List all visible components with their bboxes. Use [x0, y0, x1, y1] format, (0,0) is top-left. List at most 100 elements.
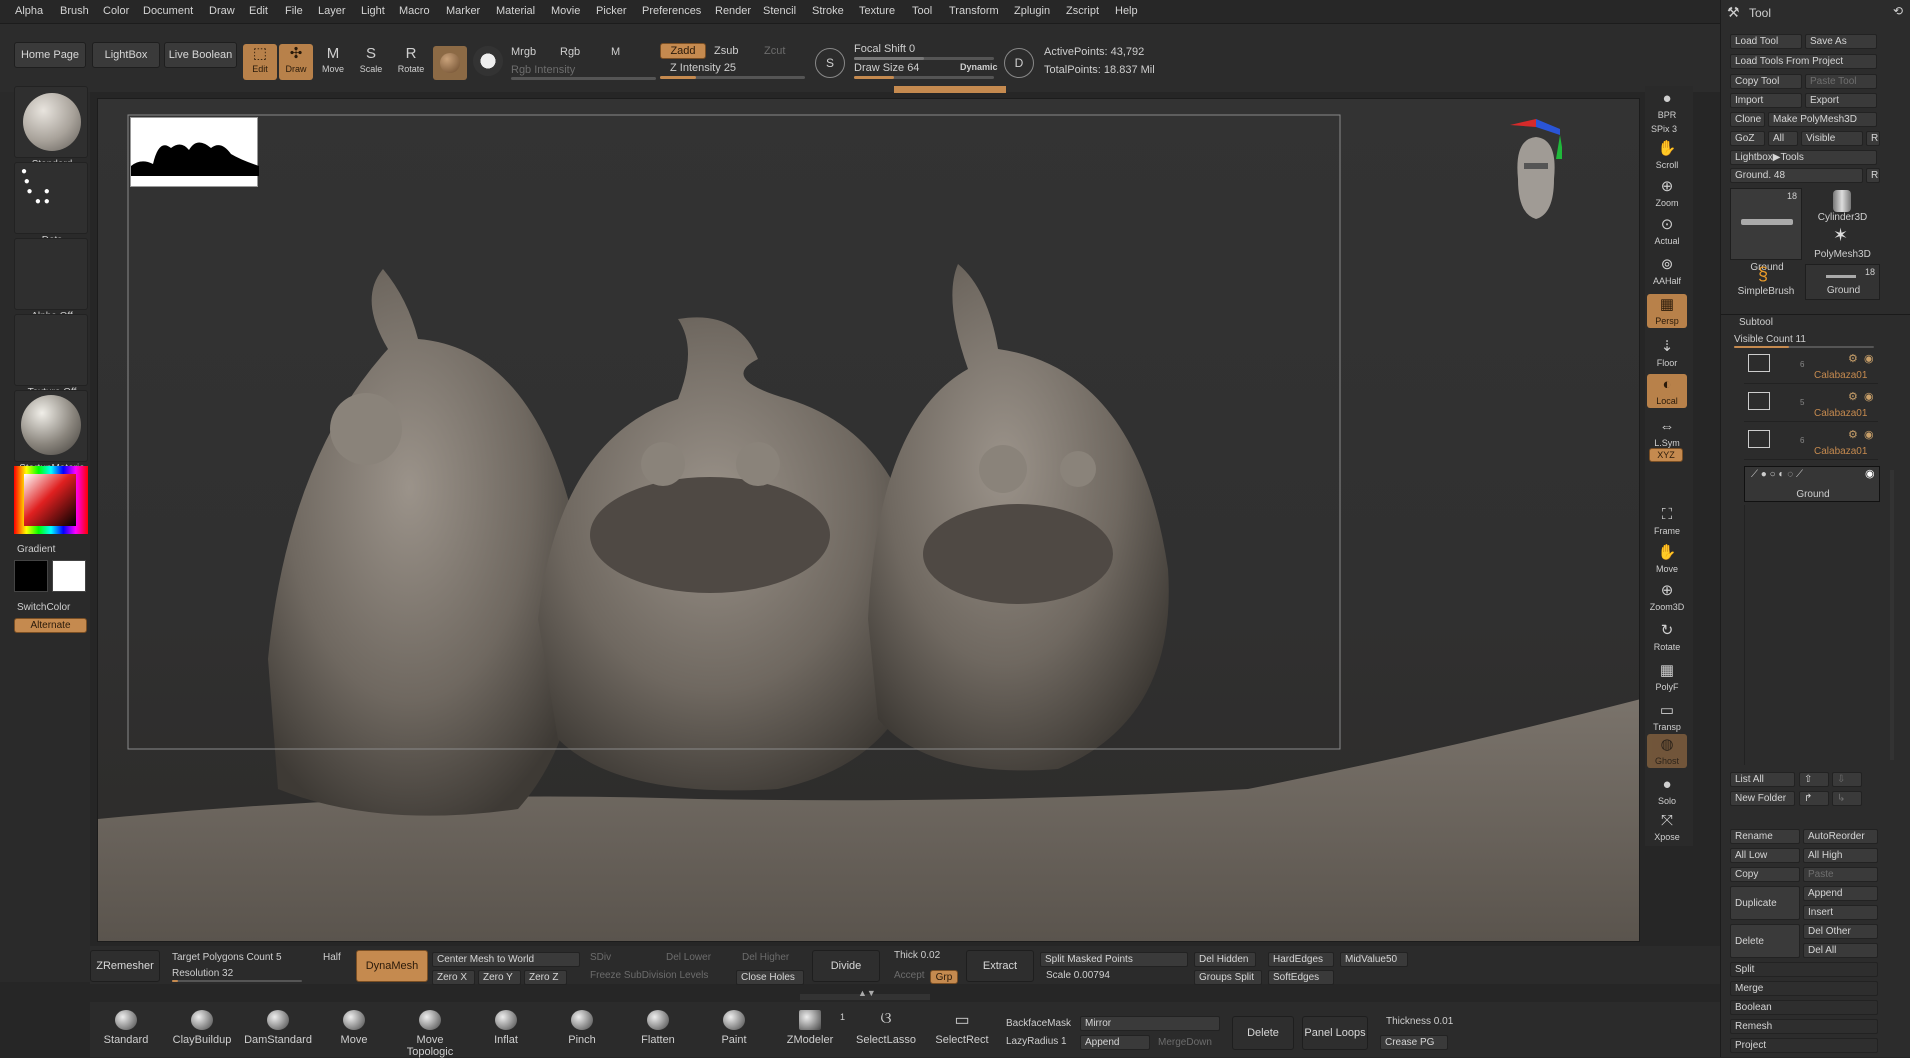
zero-y-button[interactable]: Zero Y: [478, 970, 521, 985]
subtool-item[interactable]: Calabaza01 6 ⚙ ◉: [1744, 426, 1878, 460]
ground-slider[interactable]: Ground. 48: [1730, 168, 1863, 183]
grp-toggle[interactable]: Grp: [930, 970, 958, 984]
soft-edges-button[interactable]: SoftEdges: [1268, 970, 1334, 985]
eye-icon[interactable]: ◉: [1864, 352, 1874, 365]
mirror-button[interactable]: Mirror: [1080, 1016, 1220, 1031]
brush-paint[interactable]: Paint: [698, 1010, 770, 1054]
menu-material[interactable]: Material: [496, 5, 535, 17]
secondary-color-swatch[interactable]: [52, 560, 86, 592]
resolution-slider[interactable]: Resolution 32: [172, 968, 233, 979]
goz-r-button[interactable]: R: [1866, 131, 1880, 146]
shelf-toggle-icon[interactable]: ▲▼: [858, 988, 876, 998]
eye-icon[interactable]: ◉: [1864, 390, 1874, 403]
rotate-view-button[interactable]: ↻ Rotate: [1647, 620, 1687, 654]
scale-mode-button[interactable]: S Scale: [354, 44, 388, 80]
subtool-scrollbar[interactable]: [1890, 470, 1894, 760]
menu-movie[interactable]: Movie: [551, 5, 580, 17]
freeze-subdiv-button[interactable]: Freeze SubDivision Levels: [590, 970, 708, 981]
canvas-viewport[interactable]: [97, 98, 1640, 942]
transp-button[interactable]: ▭ Transp: [1647, 700, 1687, 734]
ghost-button[interactable]: ◍ Ghost: [1647, 734, 1687, 768]
brush-move-topologic[interactable]: Move Topologic: [394, 1010, 466, 1058]
divide-button[interactable]: Divide: [812, 950, 880, 982]
gear-icon[interactable]: ⚙: [1848, 352, 1858, 365]
brush-move[interactable]: Move: [318, 1010, 390, 1054]
brush-selectrect[interactable]: ▭ SelectRect: [926, 1010, 998, 1054]
tool-thumb-simplebrush[interactable]: § SimpleBrush: [1730, 264, 1802, 300]
backface-mask-toggle[interactable]: BackfaceMask: [1006, 1018, 1071, 1029]
persp-button[interactable]: ▦ Persp: [1647, 294, 1687, 328]
load-tool-button[interactable]: Load Tool: [1730, 34, 1802, 49]
menu-stroke[interactable]: Stroke: [812, 5, 844, 17]
panel-loops-button[interactable]: Panel Loops: [1302, 1016, 1368, 1050]
resolution-track[interactable]: [172, 980, 302, 982]
brush-damstandard[interactable]: DamStandard: [242, 1010, 314, 1054]
aahalf-button[interactable]: ⊚ AAHalf: [1647, 254, 1687, 288]
dynamic-toggle[interactable]: Dynamic: [960, 62, 998, 72]
folder-up-button[interactable]: ↱: [1799, 791, 1829, 806]
draw-size-slider[interactable]: [854, 76, 994, 79]
menu-alpha[interactable]: Alpha: [15, 5, 43, 17]
zsub-toggle[interactable]: Zsub: [714, 45, 738, 57]
gear-icon[interactable]: ⚙: [1848, 428, 1858, 441]
menu-stencil[interactable]: Stencil: [763, 5, 796, 17]
rotate-mode-button[interactable]: R Rotate: [394, 44, 428, 80]
m-toggle[interactable]: M: [611, 46, 620, 58]
menu-tool[interactable]: Tool: [912, 5, 932, 17]
paste-button[interactable]: Paste: [1803, 867, 1878, 882]
d-size-icon[interactable]: D: [1004, 48, 1034, 78]
xyz-button[interactable]: XYZ: [1649, 448, 1683, 462]
brush-flatten[interactable]: Flatten: [622, 1010, 694, 1054]
scroll-button[interactable]: ✋ Scroll: [1647, 138, 1687, 172]
draw-mode-button[interactable]: ✣ Draw: [279, 44, 313, 80]
menu-brush[interactable]: Brush: [60, 5, 89, 17]
solo-button[interactable]: ● Solo: [1647, 774, 1687, 808]
zoom3d-button[interactable]: ⊕ Zoom3D: [1647, 580, 1687, 614]
remesh-section[interactable]: Remesh: [1730, 1019, 1878, 1034]
eye-icon[interactable]: ◉: [1864, 428, 1874, 441]
tool-thumb-ground[interactable]: 18 Ground: [1805, 264, 1880, 300]
visible-count-track[interactable]: [1734, 346, 1874, 348]
extract-button[interactable]: Extract: [966, 950, 1034, 982]
paste-tool-button[interactable]: Paste Tool: [1805, 74, 1877, 89]
gradient-label[interactable]: Gradient: [17, 544, 55, 555]
append-mesh-button[interactable]: Append: [1080, 1035, 1150, 1050]
dynamesh-button[interactable]: DynaMesh: [356, 950, 428, 982]
lazy-radius-slider[interactable]: LazyRadius 1: [1006, 1036, 1067, 1047]
brush-inflat[interactable]: Inflat: [470, 1010, 542, 1054]
del-hidden-button[interactable]: Del Hidden: [1194, 952, 1256, 967]
orientation-head-icon[interactable]: [1510, 119, 1564, 239]
move-up-button[interactable]: ⇧: [1799, 772, 1829, 787]
menu-render[interactable]: Render: [715, 5, 751, 17]
subtool-header[interactable]: Subtool: [1739, 317, 1773, 328]
rgb-toggle[interactable]: Rgb: [560, 46, 580, 58]
rgb-intensity-slider[interactable]: [511, 77, 656, 80]
lsym-button[interactable]: ⇔ L.Sym: [1647, 416, 1687, 450]
split-section[interactable]: Split: [1730, 962, 1878, 977]
menu-zplugin[interactable]: Zplugin: [1014, 5, 1050, 17]
tool-thumb-cylinder[interactable]: Cylinder3D: [1805, 188, 1880, 224]
del-other-button[interactable]: Del Other: [1803, 924, 1878, 939]
split-masked-points-button[interactable]: Split Masked Points: [1040, 952, 1188, 967]
goz-visible-button[interactable]: Visible: [1801, 131, 1863, 146]
switch-color-button[interactable]: SwitchColor: [17, 602, 70, 613]
half-toggle[interactable]: Half: [323, 952, 341, 963]
brush-zmodeler[interactable]: ZModeler: [774, 1010, 846, 1054]
new-folder-button[interactable]: New Folder: [1730, 791, 1795, 806]
zoom-button[interactable]: ⊕ Zoom: [1647, 176, 1687, 210]
move-view-button[interactable]: ✋ Move: [1647, 542, 1687, 576]
close-holes-button[interactable]: Close Holes: [736, 970, 804, 985]
menu-draw[interactable]: Draw: [209, 5, 235, 17]
project-section[interactable]: Project: [1730, 1038, 1878, 1053]
menu-file[interactable]: File: [285, 5, 303, 17]
menu-transform[interactable]: Transform: [949, 5, 999, 17]
save-as-button[interactable]: Save As: [1805, 34, 1877, 49]
z-intensity-slider[interactable]: [660, 76, 805, 79]
copy-tool-button[interactable]: Copy Tool: [1730, 74, 1802, 89]
list-all-button[interactable]: List All: [1730, 772, 1795, 787]
folder-down-button[interactable]: ↳: [1832, 791, 1862, 806]
merge-section[interactable]: Merge: [1730, 981, 1878, 996]
color-mode-icon[interactable]: [473, 46, 503, 76]
menu-color[interactable]: Color: [103, 5, 129, 17]
del-higher-button[interactable]: Del Higher: [742, 952, 789, 963]
